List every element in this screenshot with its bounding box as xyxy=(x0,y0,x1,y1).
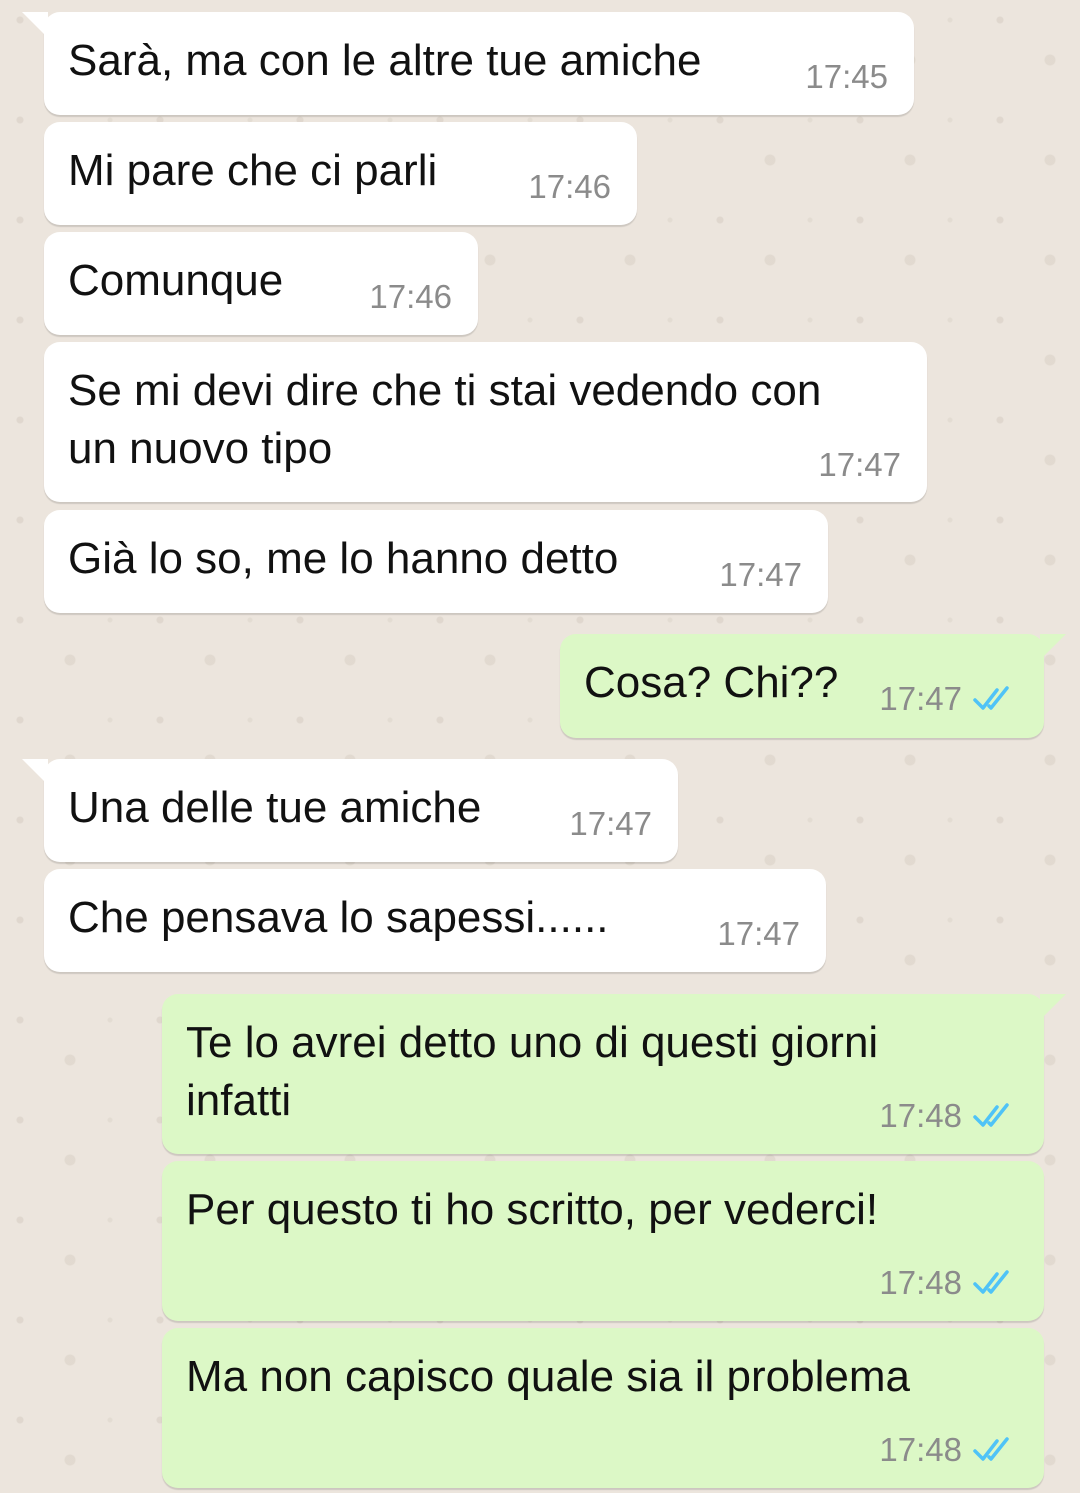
message-time: 17:47 xyxy=(818,446,901,483)
message-meta: 17:47 xyxy=(719,556,802,594)
message-bubble-incoming[interactable]: Una delle tue amiche 17:47 xyxy=(22,759,678,862)
message-time: 17:46 xyxy=(528,168,611,205)
message-time: 17:48 xyxy=(879,1264,962,1301)
message-meta: 17:45 xyxy=(805,58,888,96)
message-time: 17:45 xyxy=(805,58,888,95)
message-meta: 17:47 xyxy=(818,446,901,484)
message-time: 17:48 xyxy=(879,1431,962,1468)
message-text: Mi pare che ci parli xyxy=(68,146,438,195)
message-time: 17:46 xyxy=(369,278,452,315)
message-meta: 17:48 xyxy=(879,1431,1018,1469)
message-text: Se mi devi dire che ti stai vedendo con … xyxy=(68,366,822,473)
message-bubble-incoming[interactable]: Che pensava lo sapessi...... 17:47 xyxy=(44,869,826,972)
message-meta: 17:46 xyxy=(528,168,611,206)
message-bubble-outgoing[interactable]: Per questo ti ho scritto, per vederci! 1… xyxy=(162,1161,1044,1321)
message-text: Già lo so, me lo hanno detto xyxy=(68,534,619,583)
message-bubble-incoming[interactable]: Comunque 17:46 xyxy=(44,232,478,335)
message-time: 17:47 xyxy=(879,680,962,717)
message-bubble-incoming[interactable]: Mi pare che ci parli 17:46 xyxy=(44,122,637,225)
message-text: Cosa? Chi?? xyxy=(584,658,839,707)
message-time: 17:47 xyxy=(569,805,652,842)
message-bubble-outgoing[interactable]: Ma non capisco quale sia il problema 17:… xyxy=(162,1328,1044,1488)
message-meta: 17:46 xyxy=(369,278,452,316)
message-meta: 17:47 xyxy=(717,915,800,953)
message-text: Che pensava lo sapessi...... xyxy=(68,893,609,942)
read-receipt-double-check-icon xyxy=(973,1103,1009,1127)
message-time: 17:47 xyxy=(717,915,800,952)
message-meta: 17:47 xyxy=(879,680,1018,718)
message-text: Te lo avrei detto uno di questi giorni i… xyxy=(186,1018,879,1125)
message-time: 17:48 xyxy=(879,1097,962,1134)
message-text: Per questo ti ho scritto, per vederci! xyxy=(186,1185,879,1234)
message-bubble-incoming[interactable]: Sarà, ma con le altre tue amiche 17:45 xyxy=(22,12,914,115)
message-bubble-outgoing[interactable]: Te lo avrei detto uno di questi giorni i… xyxy=(162,994,1066,1154)
message-bubble-outgoing[interactable]: Cosa? Chi?? 17:47 xyxy=(560,634,1066,738)
message-meta: 17:47 xyxy=(569,805,652,843)
message-meta: 17:48 xyxy=(879,1264,1018,1302)
read-receipt-double-check-icon xyxy=(973,686,1009,710)
read-receipt-double-check-icon xyxy=(973,1270,1009,1294)
message-time: 17:47 xyxy=(719,556,802,593)
message-meta: 17:48 xyxy=(879,1097,1018,1135)
message-text: Sarà, ma con le altre tue amiche xyxy=(68,36,702,85)
message-text: Ma non capisco quale sia il problema xyxy=(186,1352,910,1401)
message-text: Comunque xyxy=(68,256,284,305)
message-text: Una delle tue amiche xyxy=(68,783,482,832)
message-bubble-incoming[interactable]: Già lo so, me lo hanno detto 17:47 xyxy=(44,510,828,613)
message-bubble-incoming[interactable]: Se mi devi dire che ti stai vedendo con … xyxy=(44,342,927,502)
read-receipt-double-check-icon xyxy=(973,1437,1009,1461)
